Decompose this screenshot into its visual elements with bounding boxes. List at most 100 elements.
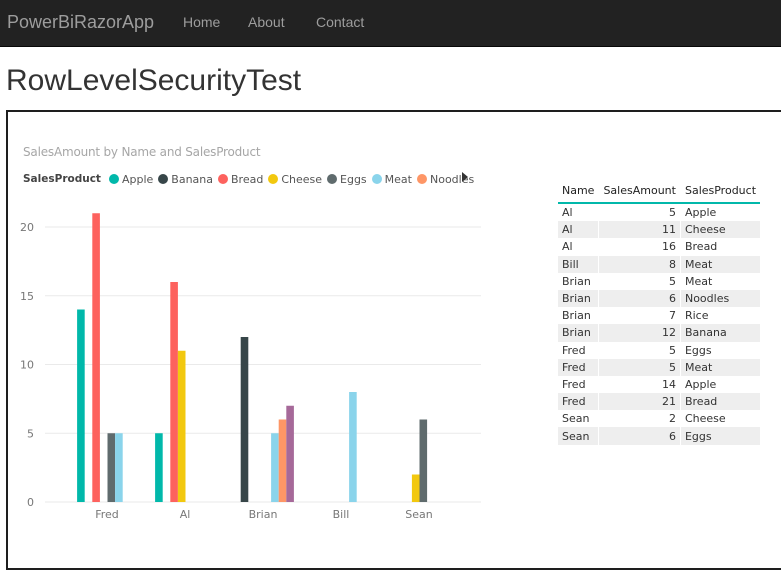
cell-salesamount: 5 [598,203,681,222]
legend-dot-icon [268,174,279,184]
x-tick-label: Sean [405,508,432,521]
cell-salesproduct: Bread [679,238,761,256]
legend-dot-icon [327,174,338,184]
bar-cheese-sean[interactable] [411,474,420,503]
navbar: PowerBiRazorApp Home About Contact [0,0,781,47]
legend-item[interactable]: Eggs [327,173,367,186]
cell-salesproduct: Bread [679,393,761,411]
x-tick-label: Bill [333,508,350,521]
legend-label: Banana [171,172,213,186]
legend-dot-icon [108,174,119,184]
cell-salesamount: 8 [598,255,681,273]
cell-salesamount: 14 [598,375,681,394]
cell-salesproduct: Rice [679,307,761,325]
cell-salesamount: 11 [598,221,681,239]
cell-name: Bill [558,255,599,273]
legend-title: SalesProduct [23,173,101,185]
cell-name: Fred [558,358,599,376]
cell-salesproduct: Apple [679,375,761,394]
cell-name: Al [562,240,573,254]
nav-home-link[interactable]: Home [183,14,220,30]
y-tick-label: 10 [20,359,34,372]
cell-salesamount: 7 [598,307,681,325]
column-header-salesamount[interactable]: SalesAmount [598,178,681,204]
legend-item[interactable]: Bread [218,173,263,186]
bar-cheese-al[interactable] [177,350,186,502]
cell-salesproduct: Meat [679,358,761,376]
cell-salesamount: 16 [598,238,681,256]
legend-label: Apple [121,172,154,186]
table-row: Al 16 Bread [558,238,761,256]
legend-item[interactable]: Meat [371,173,412,186]
legend-item[interactable]: Banana [158,173,213,186]
cell-salesamount: 5 [598,272,681,290]
legend-label: Bread [231,172,264,186]
cell-salesproduct: Meat [679,272,761,290]
nav-about-link[interactable]: About [248,14,285,30]
cell-name: Brian [562,309,591,323]
bar-eggs-fred[interactable] [107,433,116,502]
bar-noodles-brian[interactable] [278,419,287,503]
bar-eggs-sean[interactable] [419,419,428,503]
cell-salesamount: 6 [598,427,681,445]
legend-label: Cheese [281,172,323,186]
column-header-salesproduct[interactable]: SalesProduct [679,178,761,204]
cell-salesproduct: Cheese [679,410,761,428]
cell-salesamount: 12 [598,324,681,342]
cell-salesproduct: Eggs [679,341,761,359]
cell-name: Brian [558,289,599,308]
cell-name: Fred [562,343,586,357]
cell-name: Al [558,221,599,239]
sales-table: Name SalesAmount SalesProduct Al 5 Apple Al… [558,178,761,445]
y-tick-label: 20 [20,221,34,234]
table-row: Brian 6 Noodles [558,289,761,308]
table-row: Al 11 Cheese [558,221,761,239]
cell-name: Sean [562,412,590,426]
cell-name: Fred [562,377,586,391]
table-row: Brian 7 Rice [558,307,761,325]
bar-bread-al[interactable] [170,282,178,502]
cell-salesamount: 21 [598,393,681,411]
cell-name: Brian [562,274,591,288]
table-row: Al 5 Apple [558,203,761,222]
bar-meat-fred[interactable] [115,433,123,502]
table-row: Brian 5 Meat [558,272,761,290]
cell-salesproduct: Banana [679,324,761,342]
cell-salesamount: 5 [598,341,681,359]
legend-dot-icon [371,174,382,184]
legend-item[interactable]: Apple [108,172,154,186]
bar-meat-brian[interactable] [271,433,279,502]
table-row: Brian 12 Banana [558,324,761,342]
table-header-row: Name SalesAmount SalesProduct [558,178,761,204]
cell-salesamount: 2 [598,410,681,428]
y-tick-label: 0 [27,496,34,509]
cell-salesproduct: Meat [679,255,761,273]
y-tick-label: 5 [27,427,34,440]
table-row: Fred 14 Apple [558,375,761,394]
bar-apple-fred[interactable] [77,309,85,503]
bar-banana-brian[interactable] [240,337,249,502]
cell-name: Brian [558,324,599,342]
x-tick-label: Fred [95,508,119,521]
bar-apple-al[interactable] [155,433,163,502]
legend-item[interactable]: Cheese [268,173,322,186]
table-row: Fred 21 Bread [558,393,761,411]
cell-name: Al [562,206,573,220]
bar-bread-fred[interactable] [92,213,100,502]
table-row: Fred 5 Eggs [558,341,761,359]
bar-meat-bill[interactable] [349,392,357,502]
y-tick-label: 15 [20,290,34,303]
legend-next-arrow-icon[interactable] [462,172,468,182]
nav-contact-link[interactable]: Contact [316,14,364,30]
column-header-name[interactable]: Name [558,178,599,204]
chart-title: SalesAmount by Name and SalesProduct [23,145,261,159]
x-tick-label: Al [180,508,191,521]
legend-label: Eggs [340,172,367,186]
table-row: Sean 2 Cheese [558,410,761,428]
page-title: RowLevelSecurityTest [6,64,302,97]
cell-salesamount: 5 [598,358,681,376]
cell-salesamount: 6 [598,289,681,308]
table-row: Sean 6 Eggs [558,427,761,445]
bar-rice-brian[interactable] [286,405,294,502]
brand-link[interactable]: PowerBiRazorApp [7,12,154,33]
